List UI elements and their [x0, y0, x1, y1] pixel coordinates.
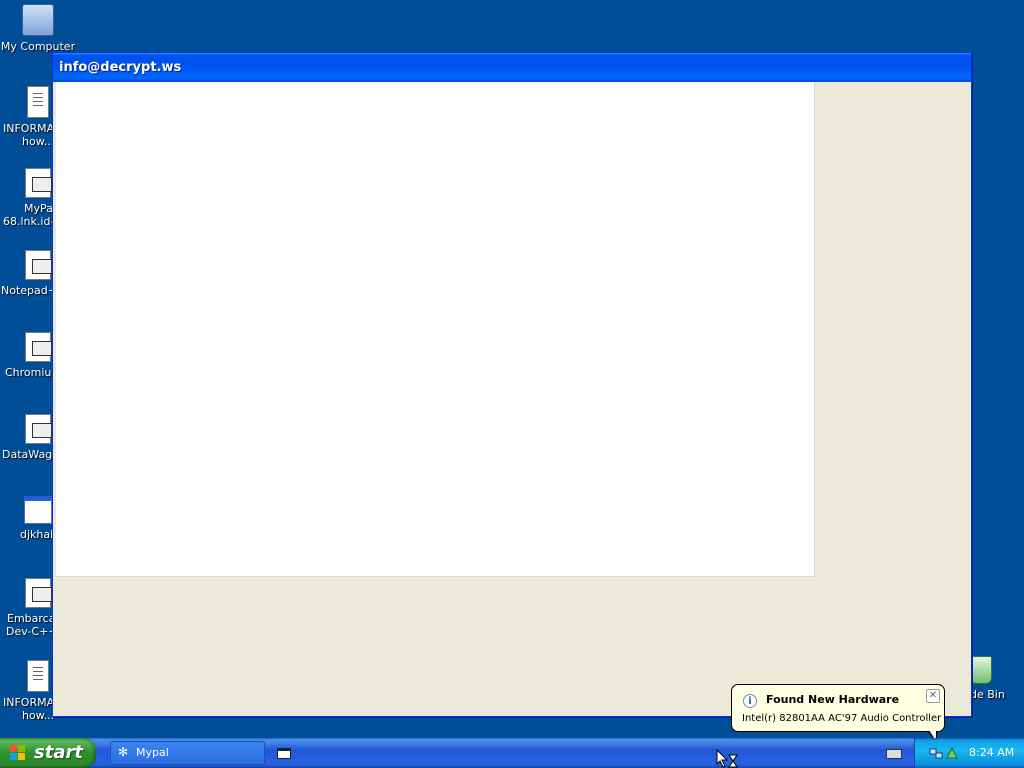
window-body	[56, 82, 968, 713]
window-titlebar[interactable]: info@decrypt.ws	[53, 53, 971, 82]
new-hardware-icon[interactable]	[945, 746, 959, 760]
content-area[interactable]	[56, 82, 815, 577]
info-icon: i	[743, 694, 757, 708]
application-icon	[25, 578, 52, 608]
taskbar-button-mypal[interactable]: ✻ Mypal	[110, 741, 265, 765]
system-tray: 8:24 AM	[914, 738, 1024, 768]
start-label: start	[34, 742, 83, 763]
application-icon	[25, 414, 52, 444]
text-document-icon	[27, 86, 49, 118]
balloon-title: Found New Hardware	[766, 693, 900, 706]
mouse-pointer-busy-icon	[716, 749, 738, 768]
window-title: info@decrypt.ws	[59, 60, 182, 75]
windows-logo-icon	[10, 745, 26, 761]
recycle-bin-icon	[970, 656, 992, 684]
taskbar-button-label: Mypal	[136, 746, 169, 759]
text-document-icon	[27, 660, 49, 692]
application-icon	[25, 168, 52, 198]
application-icon	[25, 332, 52, 362]
computer-icon	[22, 4, 54, 36]
keyboard-icon[interactable]	[886, 749, 902, 759]
notification-balloon[interactable]: i Found New Hardware Intel(r) 82801AA AC…	[731, 684, 945, 732]
app-window[interactable]: info@decrypt.ws	[52, 52, 972, 717]
window-icon	[24, 496, 52, 524]
close-icon[interactable]: ✕	[926, 689, 940, 703]
desktop-icon-my-computer[interactable]: My Computer	[0, 4, 76, 53]
clock[interactable]: 8:24 AM	[969, 738, 1014, 768]
taskbar: start ✻ Mypal 8:24 AM	[0, 738, 1024, 768]
start-button[interactable]: start	[0, 738, 96, 768]
balloon-text: Intel(r) 82801AA AC'97 Audio Controller	[742, 713, 942, 724]
network-icon[interactable]	[929, 746, 943, 760]
window-icon[interactable]	[277, 748, 291, 759]
application-icon	[25, 250, 52, 280]
mypal-icon: ✻	[118, 745, 129, 759]
